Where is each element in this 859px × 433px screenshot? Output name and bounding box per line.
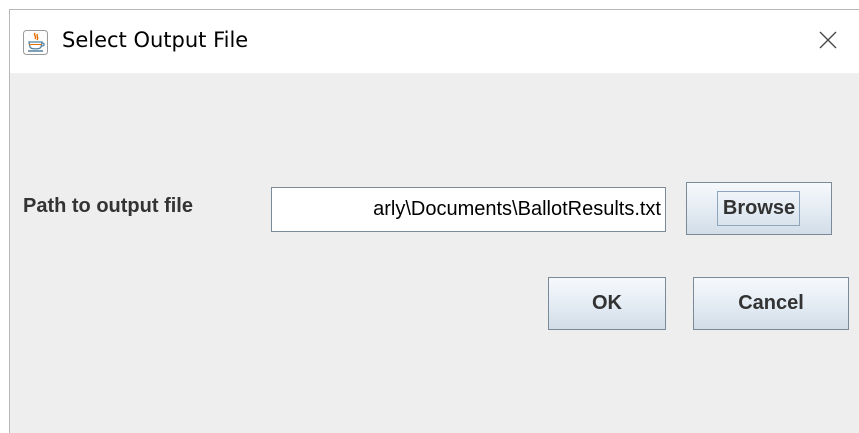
- dialog-title: Select Output File: [62, 28, 249, 52]
- dialog-window: Select Output File Path to output file B…: [9, 9, 859, 433]
- focus-ring: [717, 191, 800, 226]
- cancel-button[interactable]: Cancel: [693, 277, 849, 330]
- output-path-input[interactable]: [271, 187, 666, 232]
- browse-button[interactable]: Browse: [686, 182, 832, 235]
- ok-button[interactable]: OK: [548, 277, 666, 330]
- java-icon: [23, 30, 48, 55]
- title-bar[interactable]: Select Output File: [10, 10, 859, 74]
- close-button[interactable]: [797, 10, 859, 74]
- cancel-button-label: Cancel: [738, 292, 804, 314]
- close-icon: [819, 31, 837, 54]
- path-label: Path to output file: [23, 195, 193, 217]
- ok-button-label: OK: [592, 292, 622, 314]
